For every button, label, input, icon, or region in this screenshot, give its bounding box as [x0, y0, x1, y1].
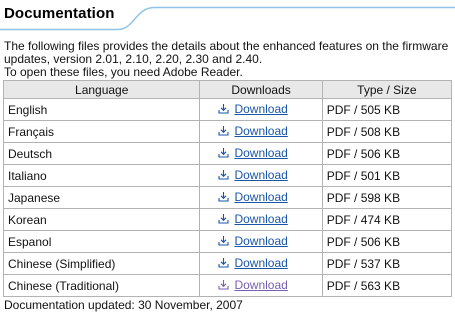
download-link-label: Download [234, 167, 288, 182]
table-row: Japanese Download PDF / 598 KB [2, 186, 453, 209]
download-arrow-icon [218, 104, 229, 114]
download-arrow-icon [218, 258, 229, 268]
download-link[interactable]: Download [218, 189, 288, 204]
type-size-cell: PDF / 598 KB [321, 186, 453, 209]
documentation-files-table: Language Downloads Type / Size English Do… [2, 80, 453, 297]
documentation-updated-text: Documentation updated: 30 November, 2007 [4, 298, 243, 312]
type-size-cell: PDF / 506 KB [321, 142, 453, 165]
language-cell: Italiano [2, 164, 201, 187]
download-arrow-icon [218, 148, 229, 158]
download-link-label: Download [234, 145, 288, 160]
download-cell: Download [199, 98, 323, 121]
download-link-label: Download [234, 189, 288, 204]
download-link[interactable]: Download [218, 101, 288, 116]
column-header-language: Language [2, 80, 201, 99]
download-link[interactable]: Download [218, 211, 288, 226]
language-cell: Korean [2, 208, 201, 231]
table-header-row: Language Downloads Type / Size [2, 80, 453, 99]
download-link[interactable]: Download [218, 167, 288, 182]
download-arrow-icon [218, 236, 229, 246]
download-arrow-icon [218, 170, 229, 180]
type-size-cell: PDF / 537 KB [321, 252, 453, 275]
language-cell: Japanese [2, 186, 201, 209]
table-row: Korean Download PDF / 474 KB [2, 208, 453, 231]
type-size-cell: PDF / 501 KB [321, 164, 453, 187]
download-link[interactable]: Download [218, 145, 288, 160]
language-cell: Chinese (Simplified) [2, 252, 201, 275]
table-row: Deutsch Download PDF / 506 KB [2, 142, 453, 165]
column-header-downloads: Downloads [199, 80, 323, 99]
page-title: Documentation [4, 5, 115, 22]
column-header-type-size: Type / Size [321, 80, 453, 99]
download-cell: Download [199, 208, 323, 231]
language-cell: English [2, 98, 201, 121]
download-link-label: Download [234, 123, 288, 138]
download-cell: Download [199, 230, 323, 253]
download-cell: Download [199, 142, 323, 165]
download-link-label: Download [234, 233, 288, 248]
table-row: Italiano Download PDF / 501 KB [2, 164, 453, 187]
download-link-label: Download [234, 277, 288, 292]
download-arrow-icon [218, 214, 229, 224]
download-cell: Download [199, 274, 323, 297]
download-link[interactable]: Download [218, 255, 288, 270]
download-cell: Download [199, 120, 323, 143]
table-row: Espanol Download PDF / 506 KB [2, 230, 453, 253]
language-cell: Français [2, 120, 201, 143]
language-cell: Espanol [2, 230, 201, 253]
download-link-label: Download [234, 101, 288, 116]
download-link[interactable]: Download [218, 123, 288, 138]
intro-line-features: The following files provides the details… [4, 39, 449, 66]
download-arrow-icon [218, 126, 229, 136]
table-row: Français Download PDF / 508 KB [2, 120, 453, 143]
intro-line-adobe-reader: To open these files, you need Adobe Read… [4, 65, 243, 79]
table-row: Chinese (Simplified) Download PDF / 537 KB [2, 252, 453, 275]
table-body: English Download PDF / 505 KB Français Downl… [2, 98, 453, 297]
table-row: Chinese (Traditional) Download PDF / 563 K… [2, 274, 453, 297]
type-size-cell: PDF / 563 KB [321, 274, 453, 297]
table-row: English Download PDF / 505 KB [2, 98, 453, 121]
intro-text: The following files provides the details… [4, 40, 454, 79]
download-cell: Download [199, 164, 323, 187]
language-cell: Chinese (Traditional) [2, 274, 201, 297]
download-link-label: Download [234, 211, 288, 226]
type-size-cell: PDF / 508 KB [321, 120, 453, 143]
download-link[interactable]: Download [218, 277, 288, 292]
download-link[interactable]: Download [218, 233, 288, 248]
type-size-cell: PDF / 505 KB [321, 98, 453, 121]
type-size-cell: PDF / 474 KB [321, 208, 453, 231]
section-header: Documentation [0, 0, 455, 34]
download-link-label: Download [234, 255, 288, 270]
download-arrow-icon [218, 192, 229, 202]
type-size-cell: PDF / 506 KB [321, 230, 453, 253]
language-cell: Deutsch [2, 142, 201, 165]
download-cell: Download [199, 186, 323, 209]
download-cell: Download [199, 252, 323, 275]
download-arrow-icon [218, 280, 229, 290]
